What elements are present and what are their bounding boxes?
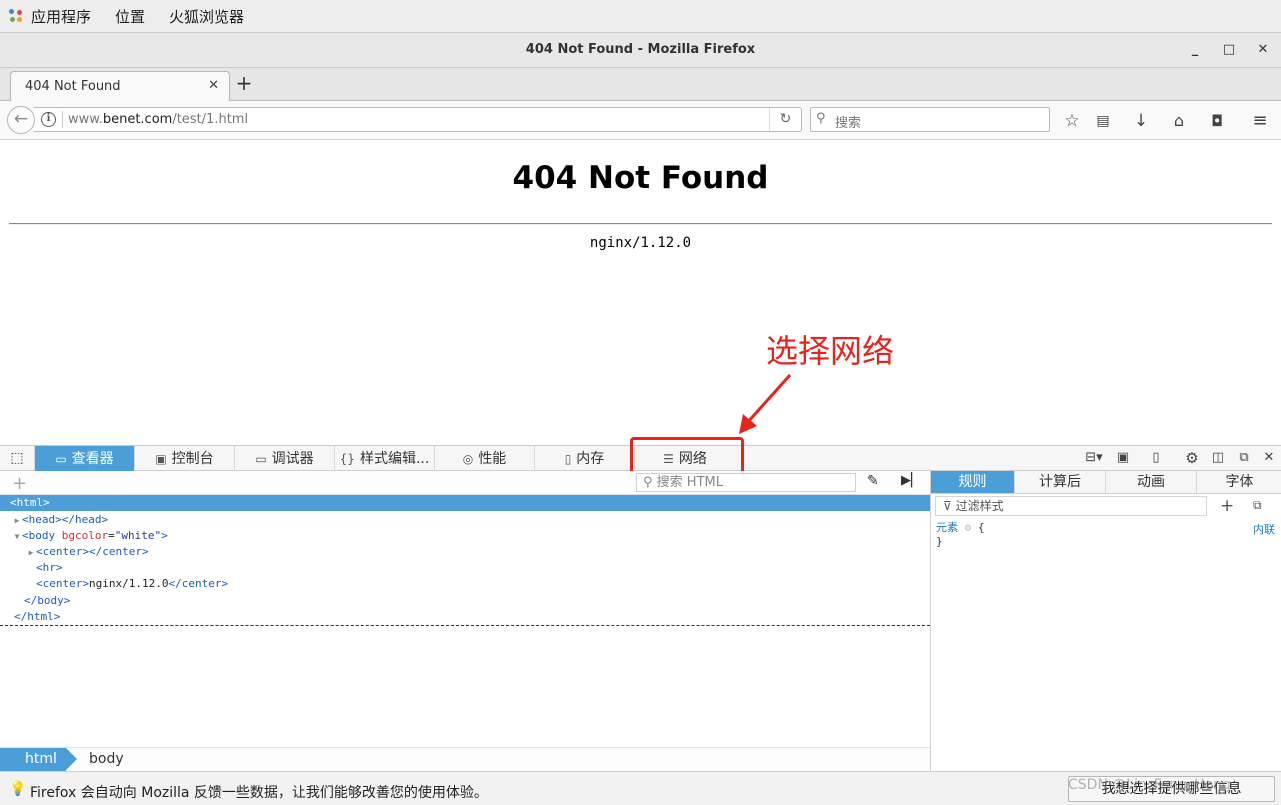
search-icon: ⚲ xyxy=(816,111,826,126)
places-menu[interactable]: 位置 xyxy=(115,6,145,27)
desktop-top-bar: 应用程序 位置 火狐浏览器 xyxy=(0,0,1281,33)
breadcrumb-html[interactable]: html xyxy=(0,748,77,771)
dock-side-icon[interactable]: ◫ xyxy=(1207,446,1229,471)
lightbulb-icon: 💡 xyxy=(9,781,27,797)
page-content: 404 Not Found nginx/1.12.0 选择网络 xyxy=(0,140,1281,445)
markup-row-html-close[interactable]: </html> xyxy=(0,609,930,625)
watermark: CSDN @Lin_Fang_Heng xyxy=(1068,777,1231,793)
markup-row-body-close[interactable]: </body> xyxy=(0,593,930,609)
element-rule[interactable]: 元素 ⚙ {} xyxy=(936,521,985,549)
tab-rules[interactable]: 规则 xyxy=(931,471,1015,493)
inspector-icon: ▭ xyxy=(55,451,67,466)
notification-text: Firefox 会自动向 Mozilla 反馈一些数据，让我们能够改善您的使用体… xyxy=(30,785,488,801)
tab-debugger[interactable]: ▭ 调试器 xyxy=(235,446,335,471)
search-input[interactable]: ⚲ 搜索 xyxy=(810,107,1050,132)
filter-icon: ⊽ xyxy=(943,499,952,513)
settings-gear-icon[interactable]: ⚙ xyxy=(1181,446,1203,471)
search-placeholder: 搜索 xyxy=(835,116,862,131)
firefox-app-menu[interactable]: 火狐浏览器 xyxy=(169,6,244,27)
markup-row-head[interactable]: ▶ <head></head> xyxy=(0,512,930,528)
hamburger-menu-icon[interactable]: ≡ xyxy=(1249,110,1271,132)
close-tab-icon[interactable]: ✕ xyxy=(208,78,219,93)
close-window-icon[interactable]: ✕ xyxy=(1255,42,1271,58)
markup-row-body[interactable]: ▼ <body bgcolor="white"> xyxy=(0,528,930,544)
responsive-design-icon[interactable]: ▯ xyxy=(1145,446,1167,471)
gnome-apps-icon xyxy=(9,9,23,23)
new-tab-plus-icon[interactable]: + xyxy=(234,73,254,93)
expand-arrow-icon: ▶ xyxy=(28,548,34,557)
markup-row-html[interactable]: <html> xyxy=(0,495,930,511)
tab-animations[interactable]: 动画 xyxy=(1106,471,1197,493)
memory-icon: ▯ xyxy=(564,451,572,466)
tab-label: 404 Not Found xyxy=(25,79,121,94)
markup-view: <html> ▶ <head></head> ▼ <body bgcolor="wh… xyxy=(0,495,930,626)
console-icon: ▣ xyxy=(155,451,167,466)
close-devtools-icon[interactable]: ✕ xyxy=(1258,446,1280,471)
html-search-input[interactable]: ⚲ 搜索 HTML xyxy=(636,473,856,492)
server-version-text: nginx/1.12.0 xyxy=(589,235,692,251)
markup-row-hr[interactable]: <hr> xyxy=(0,560,930,576)
navigation-toolbar: i www.benet.com/test/1.html ↻ ← ⚲ 搜索 ☆ ▤… xyxy=(0,101,1281,140)
window-title-bar: 404 Not Found - Mozilla Firefox _ □ ✕ xyxy=(0,33,1281,68)
tab-404-not-found[interactable]: 404 Not Found ✕ xyxy=(10,71,230,102)
annotation-arrow-icon xyxy=(739,373,792,434)
applications-menu[interactable]: 应用程序 xyxy=(31,6,91,27)
breadcrumb: html body xyxy=(0,747,930,771)
breadcrumb-body[interactable]: body xyxy=(89,748,124,771)
markup-row-center-text[interactable]: <center>nginx/1.12.0</center> xyxy=(0,576,930,592)
page-heading: 404 Not Found xyxy=(512,160,769,196)
minimize-icon[interactable]: _ xyxy=(1187,42,1203,58)
toggle-pseudo-classes-icon[interactable]: ⧉ xyxy=(1253,498,1262,513)
add-rule-plus-icon[interactable]: + xyxy=(1220,496,1234,516)
url-separator xyxy=(62,111,63,128)
tab-style-editor[interactable]: {} 样式编辑... xyxy=(335,446,435,471)
inline-label: 内联 xyxy=(1253,523,1275,536)
annotation-label: 选择网络 xyxy=(766,332,895,370)
home-icon[interactable]: ⌂ xyxy=(1168,110,1190,132)
style-editor-icon: {} xyxy=(339,451,355,466)
add-node-plus-icon[interactable]: + xyxy=(12,473,27,494)
inspector-toolbar: + ⚲ 搜索 HTML ✎ ▶▏ xyxy=(0,471,930,495)
screenshot-node-icon[interactable]: ▶▏ xyxy=(901,473,921,488)
annotation-highlight-box xyxy=(630,437,744,475)
url-text[interactable]: www.benet.com/test/1.html xyxy=(68,112,248,127)
tab-inspector[interactable]: ▭ 查看器 xyxy=(35,446,135,471)
tab-fonts[interactable]: 字体 xyxy=(1197,471,1281,493)
debugger-icon: ▭ xyxy=(255,451,267,466)
performance-icon: ◎ xyxy=(462,451,474,466)
filter-styles-input[interactable]: ⊽ 过滤样式 xyxy=(935,496,1207,516)
split-console-icon[interactable]: ⊟▾ xyxy=(1081,446,1107,471)
element-picker-icon[interactable]: ⬚ xyxy=(0,446,35,471)
downloads-icon[interactable]: ↓ xyxy=(1130,110,1152,132)
window-title: 404 Not Found - Mozilla Firefox xyxy=(525,42,756,57)
tab-strip: 404 Not Found ✕ + xyxy=(0,68,1281,102)
side-panel-tabs: 规则 计算后 动画 字体 xyxy=(931,471,1281,494)
tab-console[interactable]: ▣ 控制台 xyxy=(135,446,235,471)
url-bar[interactable]: i www.benet.com/test/1.html ↻ xyxy=(34,107,802,132)
tab-computed[interactable]: 计算后 xyxy=(1015,471,1106,493)
scratchpad-icon[interactable]: ▣ xyxy=(1112,446,1134,471)
rule-selector: 元素 xyxy=(936,521,958,534)
info-icon[interactable]: i xyxy=(41,112,56,127)
pocket-icon[interactable]: ◘ xyxy=(1206,110,1228,132)
undock-window-icon[interactable]: ⧉ xyxy=(1233,446,1255,471)
markup-row-center[interactable]: ▶ <center></center> xyxy=(0,544,930,560)
horizontal-rule xyxy=(9,223,1272,225)
collapse-arrow-icon: ▼ xyxy=(14,532,20,541)
bookmark-star-icon[interactable]: ☆ xyxy=(1061,110,1083,132)
reload-icon[interactable]: ↻ xyxy=(769,108,801,131)
back-arrow-icon: ← xyxy=(13,109,29,129)
maximize-icon[interactable]: □ xyxy=(1221,42,1237,58)
tab-memory[interactable]: ▯ 内存 xyxy=(535,446,635,471)
eyedropper-icon[interactable]: ✎ xyxy=(867,473,879,489)
rules-side-panel: 规则 计算后 动画 字体 ⊽ 过滤样式 + ⧉ 元素 ⚙ {} 内联 xyxy=(930,471,1281,771)
gear-icon: ⚙ xyxy=(964,521,972,534)
back-button[interactable]: ← xyxy=(7,106,35,134)
tab-performance[interactable]: ◎ 性能 xyxy=(435,446,535,471)
expand-arrow-icon: ▶ xyxy=(14,516,20,525)
bookmarks-menu-icon[interactable]: ▤ xyxy=(1092,110,1114,132)
